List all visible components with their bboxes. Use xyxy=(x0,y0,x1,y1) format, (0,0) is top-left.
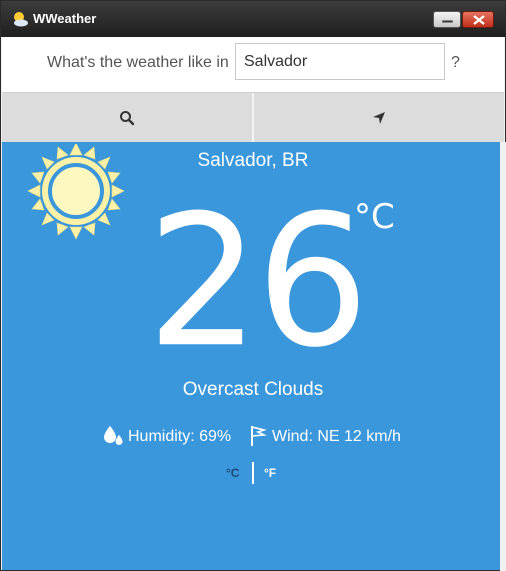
minimize-button[interactable] xyxy=(433,11,461,28)
condition-label: Overcast Clouds xyxy=(182,379,324,400)
window-title: WWeather xyxy=(33,11,97,26)
search-button[interactable] xyxy=(2,93,252,142)
title-bar[interactable]: WWeather xyxy=(1,1,505,37)
location-label: Salvador, BR xyxy=(197,150,309,171)
temperature-value: 26 xyxy=(146,175,370,388)
search-icon xyxy=(120,110,135,125)
unit-divider xyxy=(252,462,254,484)
wind-flag-icon xyxy=(251,425,267,446)
weather-panel: Salvador, BR 26 °C Overcast Clouds Humid… xyxy=(2,142,500,570)
question-mark: ? xyxy=(451,54,460,71)
celsius-toggle[interactable]: °C xyxy=(226,466,239,480)
fahrenheit-toggle[interactable]: °F xyxy=(264,466,276,480)
temperature-unit: °C xyxy=(354,197,395,237)
minimize-icon xyxy=(442,20,453,23)
locate-button[interactable] xyxy=(254,93,504,142)
humidity-label: Humidity: 69% xyxy=(128,428,232,445)
sun-cloud-icon xyxy=(14,12,28,27)
close-icon xyxy=(473,15,485,25)
action-buttons xyxy=(2,92,504,143)
window-edge xyxy=(500,142,506,571)
app-window: WWeather What's the weather like in ? xyxy=(0,0,506,571)
water-drops-icon xyxy=(104,426,123,445)
wind-label: Wind: NE 12 km/h xyxy=(272,428,401,445)
close-button[interactable] xyxy=(462,11,494,28)
question-label: What's the weather like in xyxy=(47,54,229,71)
city-query-bar: What's the weather like in ? xyxy=(2,37,504,92)
location-arrow-icon xyxy=(373,111,385,124)
city-input[interactable] xyxy=(235,43,445,80)
